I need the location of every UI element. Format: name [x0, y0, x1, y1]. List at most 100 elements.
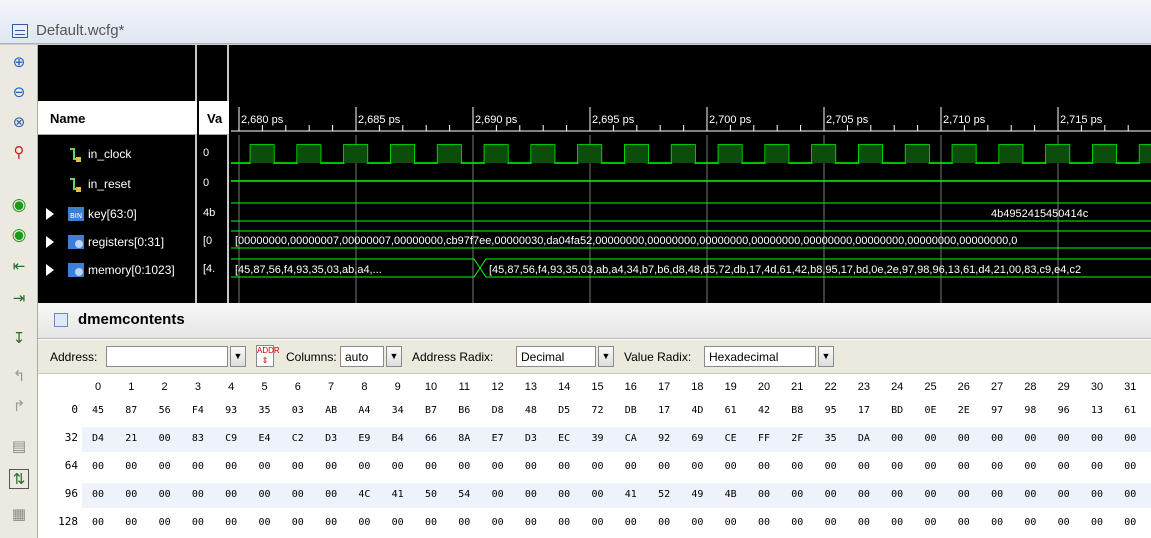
- memory-cell[interactable]: 56: [153, 405, 177, 416]
- name-column-header[interactable]: Name: [38, 101, 197, 135]
- memory-cell[interactable]: 00: [885, 489, 909, 500]
- memory-cell[interactable]: 00: [952, 517, 976, 528]
- memory-cell[interactable]: BD: [885, 405, 909, 416]
- memory-cell[interactable]: 96: [1052, 405, 1076, 416]
- memory-cell[interactable]: 83: [186, 433, 210, 444]
- address-input[interactable]: [106, 346, 228, 367]
- memory-cell[interactable]: 98: [1018, 405, 1042, 416]
- previous-transition-icon[interactable]: ⇤: [9, 257, 29, 277]
- memory-cell[interactable]: 42: [752, 405, 776, 416]
- memory-cell[interactable]: 00: [452, 517, 476, 528]
- address-radix-select[interactable]: Decimal: [516, 346, 596, 367]
- memory-cell[interactable]: 00: [219, 461, 243, 472]
- memory-cell[interactable]: 87: [119, 405, 143, 416]
- memory-cell[interactable]: CA: [619, 433, 643, 444]
- memory-cell[interactable]: DB: [619, 405, 643, 416]
- memory-cell[interactable]: 00: [319, 461, 343, 472]
- memory-cell[interactable]: 00: [186, 517, 210, 528]
- memory-cell[interactable]: D8: [486, 405, 510, 416]
- signal-row-key[interactable]: BIN key[63:0]: [38, 201, 197, 229]
- memory-cell[interactable]: 00: [1018, 461, 1042, 472]
- memory-cell[interactable]: 54: [452, 489, 476, 500]
- memory-cell[interactable]: 00: [852, 517, 876, 528]
- memory-cell[interactable]: 2E: [952, 405, 976, 416]
- previous-marker-icon[interactable]: ↰: [9, 367, 29, 387]
- memory-cell[interactable]: 00: [919, 489, 943, 500]
- memory-cell[interactable]: 00: [586, 489, 610, 500]
- memory-cell[interactable]: 17: [852, 405, 876, 416]
- memory-cell[interactable]: 00: [785, 461, 809, 472]
- memory-cell[interactable]: 41: [619, 489, 643, 500]
- waveform-canvas[interactable]: 2,680 ps 2,685 ps 2,690 ps 2,695 ps 2,700 ps…: [231, 45, 1151, 303]
- memory-cell[interactable]: 00: [985, 489, 1009, 500]
- memory-cell[interactable]: 00: [286, 489, 310, 500]
- memory-cell[interactable]: 00: [885, 461, 909, 472]
- memory-cell[interactable]: 00: [652, 517, 676, 528]
- go-start-icon[interactable]: ◉: [9, 195, 29, 215]
- memory-cell[interactable]: 00: [1018, 517, 1042, 528]
- memory-cell[interactable]: 00: [352, 461, 376, 472]
- memory-cell[interactable]: 45: [86, 405, 110, 416]
- memory-cell[interactable]: B6: [452, 405, 476, 416]
- memory-cell[interactable]: 00: [386, 461, 410, 472]
- memory-cell[interactable]: F4: [186, 405, 210, 416]
- memory-cell[interactable]: 00: [652, 461, 676, 472]
- memory-cell[interactable]: 00: [752, 517, 776, 528]
- memory-cell[interactable]: 00: [253, 517, 277, 528]
- memory-cell[interactable]: B4: [386, 433, 410, 444]
- memory-cell[interactable]: 00: [352, 517, 376, 528]
- memory-cell[interactable]: 00: [885, 517, 909, 528]
- memory-cell[interactable]: 95: [819, 405, 843, 416]
- signal-row-registers[interactable]: registers[0:31]: [38, 229, 197, 257]
- memory-cell[interactable]: 00: [985, 517, 1009, 528]
- snap-icon[interactable]: ▤: [9, 437, 29, 457]
- memory-cell[interactable]: 66: [419, 433, 443, 444]
- memory-cell[interactable]: 00: [1118, 461, 1142, 472]
- columns-select[interactable]: auto: [340, 346, 384, 367]
- memory-cell[interactable]: 00: [486, 489, 510, 500]
- memory-cell[interactable]: 00: [219, 517, 243, 528]
- memory-cell[interactable]: C2: [286, 433, 310, 444]
- memory-cell[interactable]: 00: [719, 461, 743, 472]
- memory-cell[interactable]: D5: [552, 405, 576, 416]
- signal-row-in-clock[interactable]: in_clock: [38, 141, 197, 169]
- memory-cell[interactable]: FF: [752, 433, 776, 444]
- memory-cell[interactable]: D3: [319, 433, 343, 444]
- memory-cell[interactable]: 0E: [919, 405, 943, 416]
- memory-cell[interactable]: 00: [1118, 517, 1142, 528]
- memory-cell[interactable]: E4: [253, 433, 277, 444]
- memory-cell[interactable]: 00: [186, 461, 210, 472]
- memory-cell[interactable]: 00: [119, 461, 143, 472]
- address-radix-dropdown-button[interactable]: ▼: [598, 346, 614, 367]
- memory-cell[interactable]: 00: [785, 517, 809, 528]
- memory-cell[interactable]: 00: [153, 433, 177, 444]
- memory-cell[interactable]: 00: [319, 517, 343, 528]
- memory-cell[interactable]: 00: [519, 461, 543, 472]
- memory-cell[interactable]: 00: [852, 461, 876, 472]
- memory-cell[interactable]: 00: [519, 489, 543, 500]
- expand-arrow-icon[interactable]: [46, 264, 54, 276]
- memory-cell[interactable]: 00: [86, 461, 110, 472]
- memory-cell[interactable]: 00: [619, 517, 643, 528]
- memory-cell[interactable]: 00: [419, 517, 443, 528]
- go-end-icon[interactable]: ◉: [9, 225, 29, 245]
- memory-cell[interactable]: 00: [253, 461, 277, 472]
- memory-cell[interactable]: 50: [419, 489, 443, 500]
- memory-cell[interactable]: 00: [186, 489, 210, 500]
- memory-cell[interactable]: 00: [1085, 489, 1109, 500]
- zoom-cursor-icon[interactable]: ⚲: [9, 143, 29, 163]
- memory-cell[interactable]: E9: [352, 433, 376, 444]
- memory-cell[interactable]: 00: [86, 489, 110, 500]
- memory-cell[interactable]: 8A: [452, 433, 476, 444]
- memory-cell[interactable]: AB: [319, 405, 343, 416]
- expand-arrow-icon[interactable]: [46, 208, 54, 220]
- value-radix-dropdown-button[interactable]: ▼: [818, 346, 834, 367]
- memory-cell[interactable]: E7: [486, 433, 510, 444]
- memory-cell[interactable]: 00: [153, 461, 177, 472]
- memory-cell[interactable]: B7: [419, 405, 443, 416]
- goto-address-button[interactable]: ADDR ⇕: [256, 345, 280, 367]
- memory-cell[interactable]: B8: [785, 405, 809, 416]
- memory-cell[interactable]: 00: [552, 461, 576, 472]
- memory-cell[interactable]: 00: [952, 461, 976, 472]
- memory-cell[interactable]: 00: [1052, 461, 1076, 472]
